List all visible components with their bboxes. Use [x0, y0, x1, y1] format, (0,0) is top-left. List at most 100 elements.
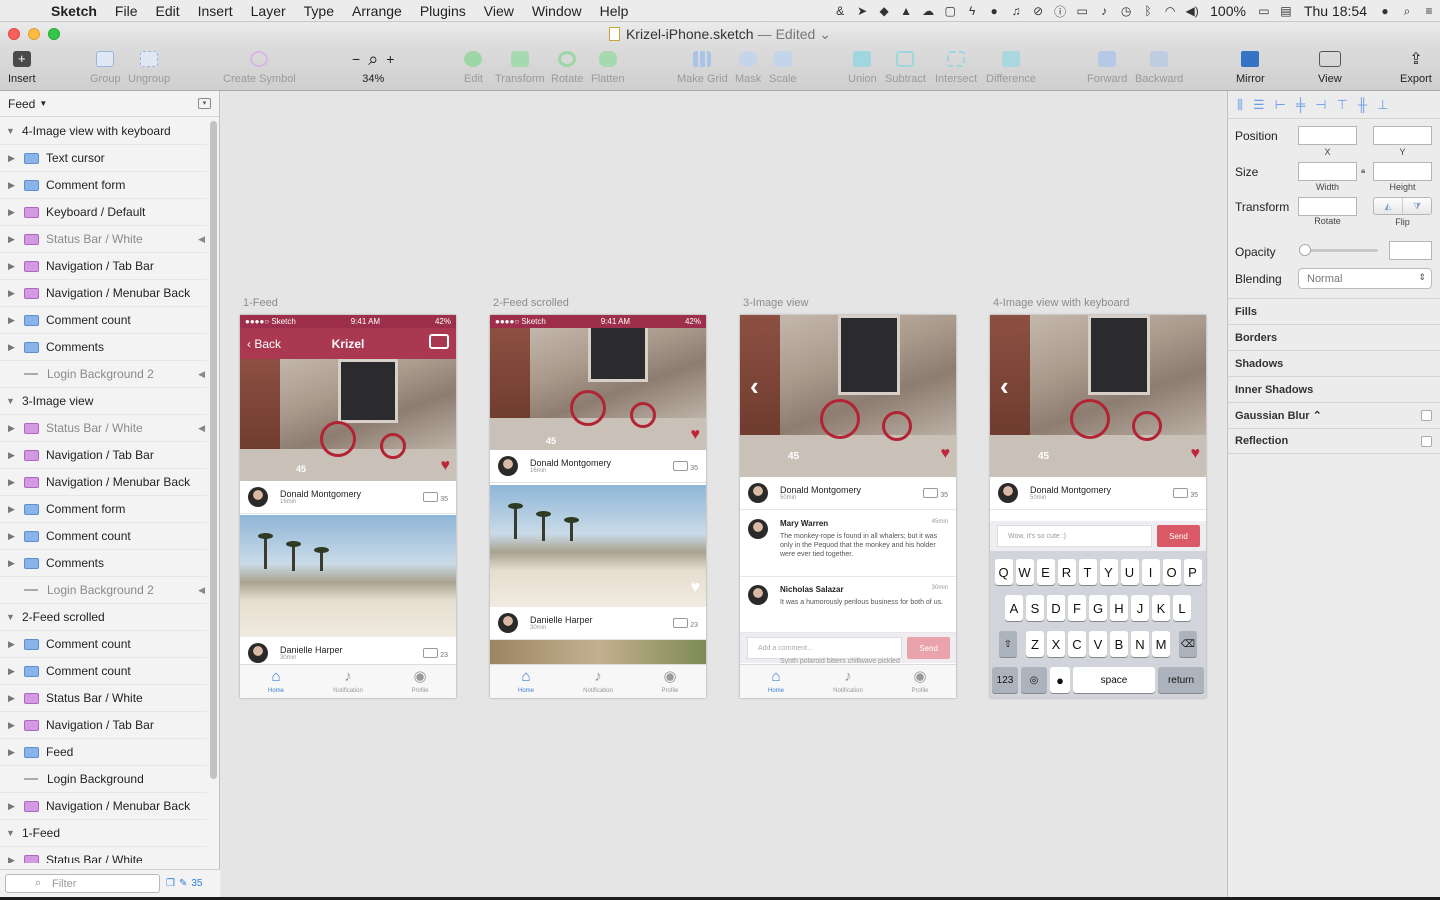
comment-count[interactable]: 35 [923, 488, 948, 499]
layer-row[interactable]: ▶ Navigation / Menubar Back [0, 469, 207, 496]
key-f[interactable]: F [1068, 595, 1086, 621]
backspace-key[interactable]: ⌫ [1179, 631, 1197, 657]
artboard-1-feed[interactable]: ●●●●○ Sketch 9:41 AM 42% ‹ Back Krizel 4… [240, 315, 456, 698]
key-a[interactable]: A [1005, 595, 1023, 621]
menu-help[interactable]: Help [591, 3, 638, 19]
minimize-window-button[interactable] [28, 28, 40, 40]
space-key[interactable]: space [1073, 667, 1155, 693]
layer-row[interactable]: Login Background [0, 766, 207, 793]
group-button[interactable]: Group [90, 48, 121, 85]
layer-row[interactable]: ▶ Status Bar / White [0, 685, 207, 712]
menu-type[interactable]: Type [295, 3, 343, 19]
distribute-vertical-icon[interactable]: ☰ [1253, 97, 1265, 113]
opacity-slider-knob[interactable] [1299, 244, 1311, 256]
height-field[interactable] [1373, 162, 1432, 181]
disclosure-right-icon[interactable]: ▶ [8, 153, 18, 164]
canvas[interactable]: 1-Feed 2-Feed scrolled 3-Image view 4-Im… [221, 91, 1226, 897]
notification-center-icon[interactable]: ≡ [1418, 4, 1440, 18]
menu-window[interactable]: Window [523, 3, 591, 19]
artboard-layer[interactable]: ▼ 1-Feed [0, 820, 207, 847]
key-y[interactable]: Y [1099, 559, 1118, 585]
forward-icon[interactable]: ➤ [851, 4, 873, 18]
align-left-icon[interactable]: ⊢ [1275, 97, 1286, 113]
cloud-icon[interactable]: ☁ [917, 4, 939, 18]
intersect-button[interactable]: Intersect [935, 48, 977, 85]
post-author[interactable]: Danielle Harper [530, 615, 593, 625]
artboard-label-4[interactable]: 4-Image view with keyboard [993, 297, 1129, 309]
disclosure-right-icon[interactable]: ▶ [8, 234, 18, 245]
create-symbol-button[interactable]: Create Symbol [223, 48, 296, 85]
layer-row[interactable]: ▶ Navigation / Tab Bar [0, 253, 207, 280]
menu-plugins[interactable]: Plugins [411, 3, 475, 19]
flatten-button[interactable]: Flatten [591, 48, 625, 85]
gaussian-blur-section[interactable]: Gaussian Blur ⌃ [1228, 402, 1440, 428]
chevron-left-icon[interactable]: ‹ [750, 371, 759, 402]
heart-icon[interactable]: ♥ [441, 457, 451, 475]
artboard-label-1[interactable]: 1-Feed [243, 297, 278, 309]
zoom-window-button[interactable] [48, 28, 60, 40]
comment-count[interactable]: 23 [423, 648, 448, 659]
artboard-label-2[interactable]: 2-Feed scrolled [493, 297, 569, 309]
flag-icon[interactable]: ▤ [1275, 4, 1297, 18]
return-key[interactable]: return [1158, 667, 1204, 693]
bell-icon[interactable]: ♪ [1093, 4, 1115, 18]
layer-row[interactable]: ▶ Comment count [0, 631, 207, 658]
menu-layer[interactable]: Layer [242, 3, 295, 19]
mic-icon[interactable]: ● [1050, 667, 1070, 693]
bolt-icon[interactable]: ϟ [961, 4, 983, 18]
tab-profile[interactable]: ◉ Profile [890, 668, 950, 694]
inner-shadows-section[interactable]: Inner Shadows [1228, 376, 1440, 402]
tab-home[interactable]: ⌂ Home [246, 668, 306, 694]
zoom-in-button[interactable]: + [386, 51, 394, 67]
align-right-icon[interactable]: ⊣ [1315, 97, 1326, 113]
drive-icon[interactable]: ▲ [895, 4, 917, 18]
info-icon[interactable]: ⓘ [1049, 3, 1071, 20]
key-v[interactable]: V [1089, 631, 1107, 657]
edit-button[interactable]: Edit [464, 48, 483, 85]
opacity-slider[interactable] [1304, 249, 1378, 252]
disclosure-right-icon[interactable]: ▶ [8, 450, 18, 461]
key-m[interactable]: M [1152, 631, 1170, 657]
layer-row[interactable]: ▶ Keyboard / Default [0, 199, 207, 226]
tab-profile[interactable]: ◉ Profile [640, 668, 700, 694]
key-r[interactable]: R [1057, 559, 1076, 585]
clock[interactable]: Thu 18:54 [1297, 3, 1374, 19]
union-button[interactable]: Union [848, 48, 877, 85]
layer-row[interactable]: Login Background 2 ◀ [0, 577, 207, 604]
key-c[interactable]: C [1068, 631, 1086, 657]
layer-row[interactable]: Login Background 2 ◀ [0, 361, 207, 388]
time-machine-icon[interactable]: ◷ [1115, 4, 1137, 18]
disclosure-down-icon[interactable]: ▼ [6, 828, 16, 838]
post-author[interactable]: Donald Montgomery [530, 458, 611, 468]
send-button[interactable]: Send [907, 637, 950, 659]
layer-row[interactable]: ▶ Comments [0, 550, 207, 577]
disclosure-down-icon[interactable]: ▼ [6, 612, 16, 622]
tab-home[interactable]: ⌂ Home [496, 668, 556, 694]
view-button[interactable]: View [1318, 48, 1342, 85]
key-d[interactable]: D [1047, 595, 1065, 621]
artboard-3-image-view[interactable]: 45 ‹ ♥ Donald Montgomery 50min 35 Mary W… [740, 315, 956, 698]
layer-row[interactable]: ▶ Feed [0, 739, 207, 766]
key-w[interactable]: W [1015, 559, 1034, 585]
artboard-layer[interactable]: ▼ 2-Feed scrolled [0, 604, 207, 631]
key-j[interactable]: J [1131, 595, 1149, 621]
copy-icon[interactable]: ❐ [166, 878, 175, 889]
tab-home[interactable]: ⌂ Home [746, 668, 806, 694]
key-e[interactable]: E [1036, 559, 1055, 585]
disclosure-right-icon[interactable]: ▶ [8, 747, 18, 758]
filter-input[interactable]: ⌕ Filter [5, 874, 160, 893]
layer-row[interactable]: ▶ Comment form [0, 172, 207, 199]
post-author[interactable]: Donald Montgomery [780, 485, 861, 495]
tab-notification[interactable]: ♪ Notification [318, 668, 378, 694]
layer-row[interactable]: ▶ Comment form [0, 496, 207, 523]
chevron-left-icon[interactable]: ‹ [1000, 371, 1009, 402]
align-bottom-icon[interactable]: ⊥ [1377, 97, 1388, 113]
scale-button[interactable]: Scale [769, 48, 797, 85]
key-z[interactable]: Z [1026, 631, 1044, 657]
disclosure-right-icon[interactable]: ▶ [8, 720, 18, 731]
disclosure-right-icon[interactable]: ▶ [8, 693, 18, 704]
disclosure-right-icon[interactable]: ▶ [8, 315, 18, 326]
key-n[interactable]: N [1131, 631, 1149, 657]
make-grid-button[interactable]: Make Grid [677, 48, 728, 85]
disclosure-right-icon[interactable]: ▶ [8, 261, 18, 272]
